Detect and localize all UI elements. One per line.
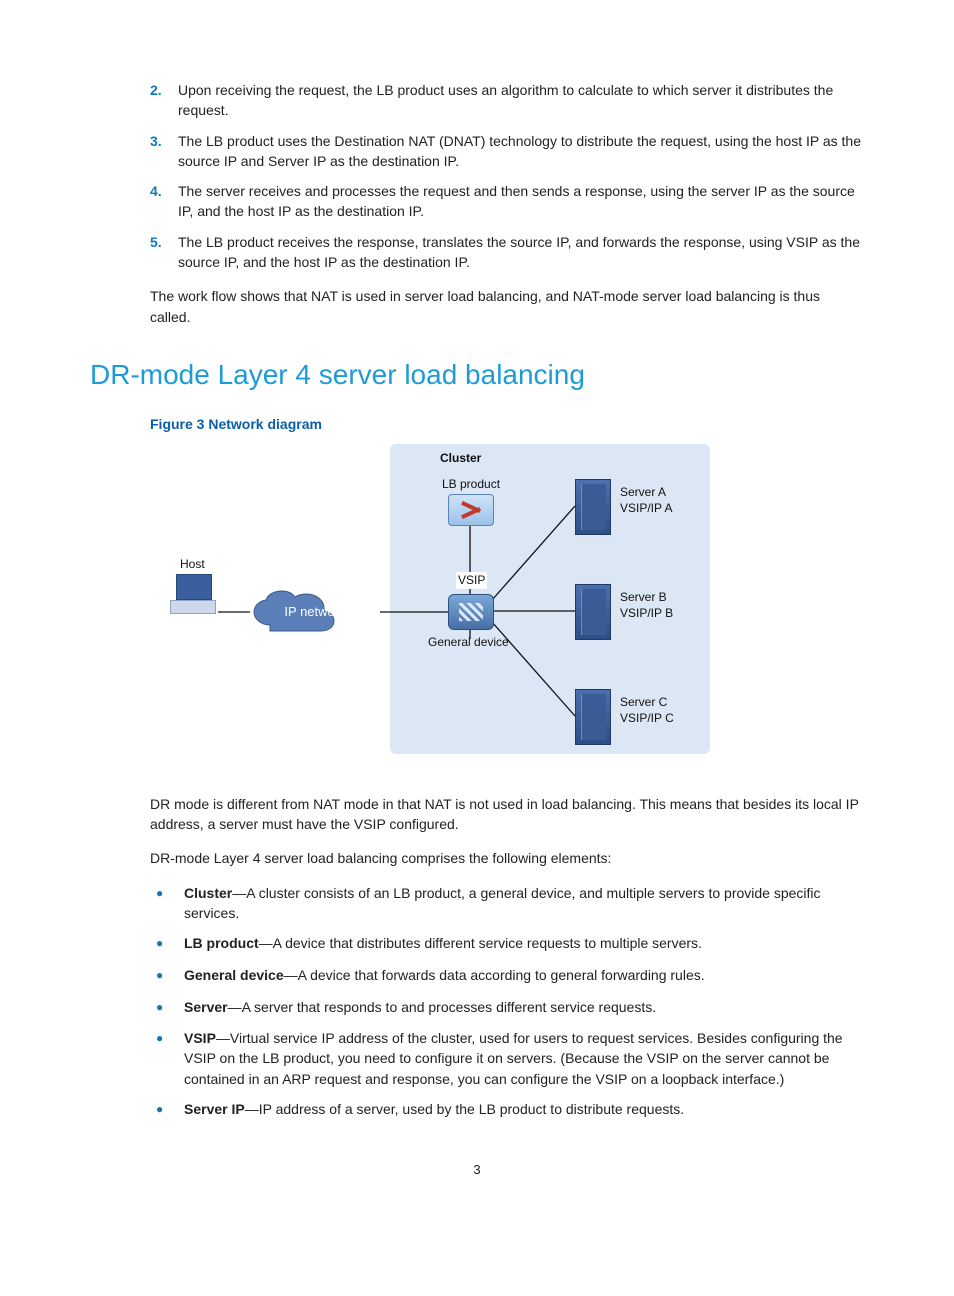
item-number: 5.	[150, 232, 178, 273]
vsip-label: VSIP	[456, 572, 487, 589]
lb-product-icon	[448, 494, 494, 526]
section-heading: DR-mode Layer 4 server load balancing	[90, 355, 864, 396]
page-number: 3	[90, 1161, 864, 1180]
list-item: ● LB product—A device that distributes d…	[150, 933, 864, 955]
bullet-icon: ●	[150, 1028, 184, 1089]
item-text: The server receives and processes the re…	[178, 181, 864, 222]
server-b-name: Server B	[620, 589, 667, 606]
list-item: 3. The LB product uses the Destination N…	[90, 131, 864, 172]
item-text: Upon receiving the request, the LB produ…	[178, 80, 864, 121]
server-c-name: Server C	[620, 694, 667, 711]
bullet-text: LB product—A device that distributes dif…	[184, 933, 864, 955]
server-b-icon	[575, 584, 611, 640]
lb-product-label: LB product	[442, 476, 500, 493]
server-b-ip: VSIP/IP B	[620, 605, 673, 622]
server-a-ip: VSIP/IP A	[620, 500, 672, 517]
bullet-text: Cluster—A cluster consists of an LB prod…	[184, 883, 864, 924]
bullet-text: Server—A server that responds to and pro…	[184, 997, 864, 1019]
bullet-icon: ●	[150, 883, 184, 924]
item-text: The LB product receives the response, tr…	[178, 232, 864, 273]
server-c-ip: VSIP/IP C	[620, 710, 674, 727]
host-icon	[170, 574, 218, 614]
list-item: ● General device—A device that forwards …	[150, 965, 864, 987]
list-item: 5. The LB product receives the response,…	[90, 232, 864, 273]
network-diagram: Cluster LB product VSIP General device H…	[90, 444, 864, 764]
list-item: ● Server—A server that responds to and p…	[150, 997, 864, 1019]
server-a-icon	[575, 479, 611, 535]
host-label: Host	[180, 556, 205, 573]
item-number: 3.	[150, 131, 178, 172]
list-item: 4. The server receives and processes the…	[90, 181, 864, 222]
list-item: ● Cluster—A cluster consists of an LB pr…	[150, 883, 864, 924]
bullet-text: Server IP—IP address of a server, used b…	[184, 1099, 864, 1121]
general-device-label: General device	[428, 634, 509, 651]
item-number: 2.	[150, 80, 178, 121]
server-c-icon	[575, 689, 611, 745]
paragraph-dr-comprises: DR-mode Layer 4 server load balancing co…	[90, 848, 864, 868]
item-text: The LB product uses the Destination NAT …	[178, 131, 864, 172]
list-item: ● Server IP—IP address of a server, used…	[150, 1099, 864, 1121]
elements-bullet-list: ● Cluster—A cluster consists of an LB pr…	[90, 883, 864, 1121]
list-item: ● VSIP—Virtual service IP address of the…	[150, 1028, 864, 1089]
bullet-icon: ●	[150, 1099, 184, 1121]
bullet-icon: ●	[150, 933, 184, 955]
server-a-name: Server A	[620, 484, 666, 501]
numbered-list: 2. Upon receiving the request, the LB pr…	[90, 80, 864, 272]
item-number: 4.	[150, 181, 178, 222]
ip-network-cloud: IP network	[250, 589, 380, 637]
bullet-icon: ●	[150, 965, 184, 987]
figure-caption: Figure 3 Network diagram	[90, 414, 864, 434]
paragraph-nat-summary: The work flow shows that NAT is used in …	[90, 286, 864, 327]
cluster-label: Cluster	[440, 450, 481, 467]
list-item: 2. Upon receiving the request, the LB pr…	[90, 80, 864, 121]
bullet-icon: ●	[150, 997, 184, 1019]
ip-network-label: IP network	[250, 589, 380, 637]
bullet-text: VSIP—Virtual service IP address of the c…	[184, 1028, 864, 1089]
bullet-text: General device—A device that forwards da…	[184, 965, 864, 987]
general-device-icon	[448, 594, 494, 630]
paragraph-dr-intro: DR mode is different from NAT mode in th…	[90, 794, 864, 835]
